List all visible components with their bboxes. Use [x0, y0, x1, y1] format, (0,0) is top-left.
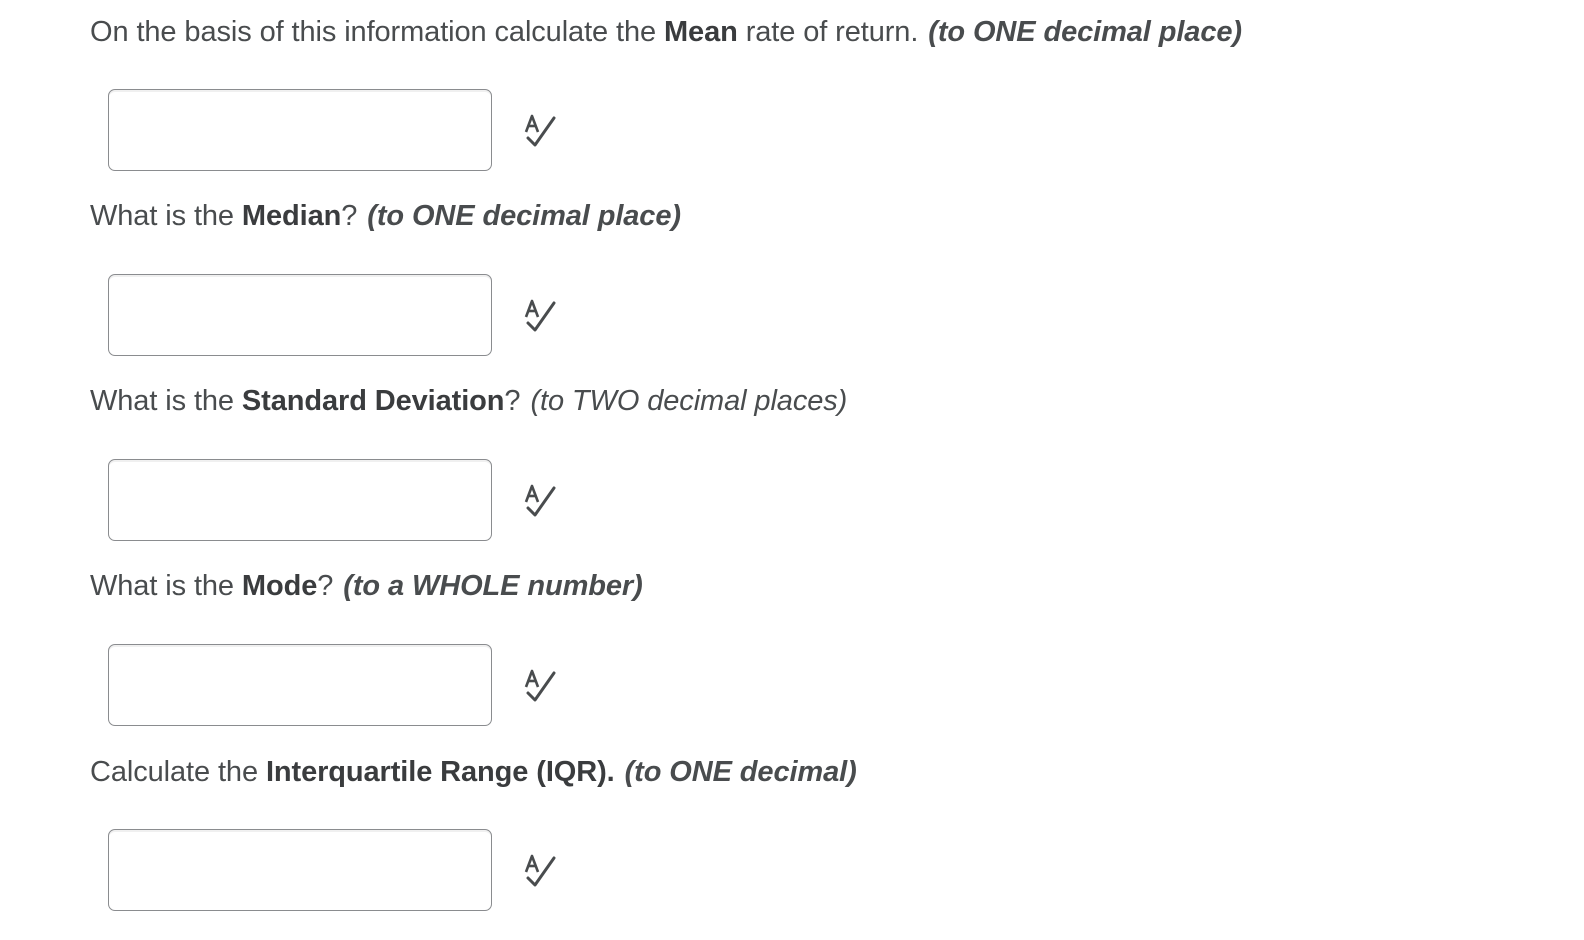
question-text-suffix: ? [341, 200, 358, 232]
mode-answer-input[interactable] [108, 644, 492, 726]
question-iqr: Calculate the Interquartile Range (IQR).… [90, 754, 857, 790]
question-keyword: Median [241, 200, 342, 232]
spell-check-icon[interactable] [520, 665, 560, 705]
precision-hint: (to TWO decimal places) [530, 385, 848, 417]
mean-answer-input[interactable] [108, 89, 492, 171]
spell-check-icon[interactable] [520, 480, 560, 520]
precision-hint: (to ONE decimal) [624, 756, 857, 788]
question-text: What is the [90, 385, 242, 417]
question-keyword: Interquartile Range (IQR). [265, 756, 615, 788]
question-standard-deviation: What is the Standard Deviation? (to TWO d… [90, 383, 847, 419]
answer-row-iqr [108, 829, 560, 911]
spell-check-icon[interactable] [520, 850, 560, 890]
question-keyword: Standard Deviation [241, 385, 505, 417]
question-text: Calculate the [90, 756, 266, 788]
median-answer-input[interactable] [108, 274, 492, 356]
standard-deviation-answer-input[interactable] [108, 459, 492, 541]
question-keyword: Mode [241, 570, 318, 602]
question-text: What is the [90, 570, 242, 602]
precision-hint: (to ONE decimal place) [367, 200, 681, 232]
precision-hint: (to ONE decimal place) [928, 16, 1242, 48]
spell-check-icon[interactable] [520, 295, 560, 335]
answer-row-median [108, 274, 560, 356]
spell-check-icon[interactable] [520, 110, 560, 150]
question-text-suffix: ? [317, 570, 334, 602]
iqr-answer-input[interactable] [108, 829, 492, 911]
question-mean: On the basis of this information calcula… [90, 14, 1242, 50]
question-text: What is the [90, 200, 242, 232]
question-text-suffix: rate of return. [737, 16, 919, 48]
question-mode: What is the Mode? (to a WHOLE number) [90, 568, 643, 604]
answer-row-standard-deviation [108, 459, 560, 541]
answer-row-mean [108, 89, 560, 171]
answer-row-mode [108, 644, 560, 726]
question-text: On the basis of this information calcula… [90, 16, 664, 48]
question-median: What is the Median? (to ONE decimal place… [90, 198, 681, 234]
question-keyword: Mean [664, 16, 738, 48]
question-text-suffix: ? [504, 385, 521, 417]
precision-hint: (to a WHOLE number) [343, 570, 643, 602]
